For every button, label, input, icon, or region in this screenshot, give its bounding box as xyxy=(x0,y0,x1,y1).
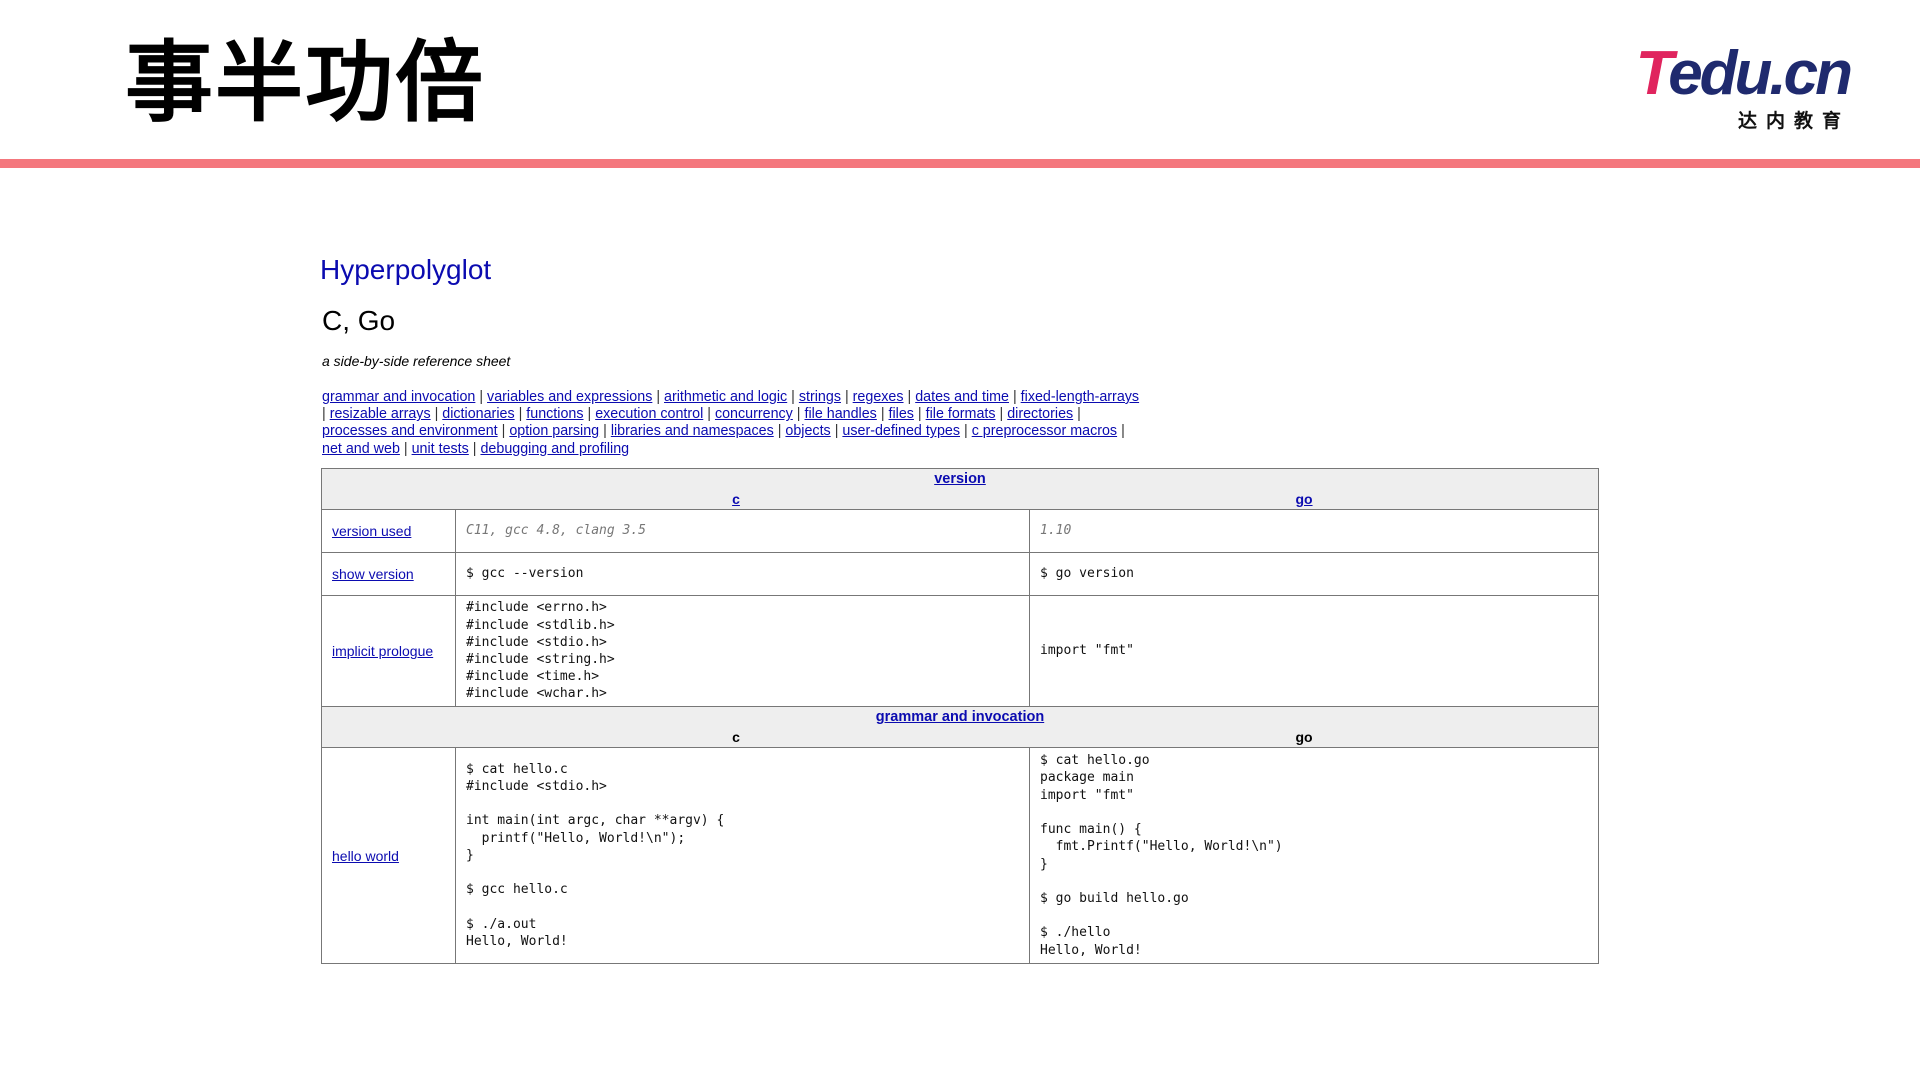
row-label-implicit-prologue[interactable]: implicit prologue xyxy=(321,595,456,707)
logo-t: T xyxy=(1635,39,1672,108)
toc-link[interactable]: file handles xyxy=(805,406,877,422)
logo-rest: edu.cn xyxy=(1668,39,1853,108)
row-label-version-used[interactable]: version used xyxy=(321,509,456,553)
slide-title: 事半功倍 xyxy=(125,31,486,134)
table-of-contents: grammar and invocation | variables and e… xyxy=(322,389,1140,457)
cell-go-show-version: $ go version xyxy=(1029,552,1599,596)
toc-link[interactable]: strings xyxy=(799,389,841,405)
lang-header-go[interactable]: go xyxy=(1020,489,1588,509)
lang-header-go: go xyxy=(1295,729,1313,745)
table-row: version used C11, gcc 4.8, clang 3.5 1.1… xyxy=(321,509,1599,553)
site-title-link[interactable]: Hyperpolyglot xyxy=(320,247,1600,293)
section-title-grammar[interactable]: grammar and invocation xyxy=(332,707,1588,727)
header-divider xyxy=(0,159,1920,168)
cell-c-implicit-prologue: #include <errno.h> #include <stdlib.h> #… xyxy=(455,595,1030,707)
section-header-grammar: grammar and invocation c go xyxy=(321,706,1599,748)
toc-link[interactable]: file formats xyxy=(926,406,996,422)
page-heading: C, Go xyxy=(322,305,396,336)
toc-link[interactable]: directories xyxy=(1007,406,1073,422)
toc-link[interactable]: unit tests xyxy=(412,441,469,457)
row-label-show-version[interactable]: show version xyxy=(321,552,456,596)
lang-header-c[interactable]: c xyxy=(332,489,1020,509)
toc-link[interactable]: grammar and invocation xyxy=(322,389,475,405)
toc-link[interactable]: c preprocessor macros xyxy=(972,423,1117,439)
toc-link[interactable]: arithmetic and logic xyxy=(664,389,787,405)
cell-c-show-version: $ gcc --version xyxy=(455,552,1030,596)
toc-link[interactable]: concurrency xyxy=(715,406,793,422)
table-row: implicit prologue #include <errno.h> #in… xyxy=(321,595,1599,707)
toc-link[interactable]: debugging and profiling xyxy=(480,441,629,457)
toc-link[interactable]: files xyxy=(889,406,914,422)
cell-go-version-used: 1.10 xyxy=(1029,509,1599,553)
toc-link[interactable]: functions xyxy=(526,406,583,422)
row-label-hello-world[interactable]: hello world xyxy=(321,747,456,964)
toc-link[interactable]: variables and expressions xyxy=(487,389,652,405)
table-row: hello world $ cat hello.c #include <stdi… xyxy=(321,747,1599,964)
lang-header-c: c xyxy=(732,729,740,745)
page-subtitle: a side-by-side reference sheet xyxy=(322,353,511,369)
section-title-version[interactable]: version xyxy=(332,469,1588,489)
toc-link[interactable]: resizable arrays xyxy=(330,406,431,422)
toc-link[interactable]: net and web xyxy=(322,441,400,457)
reference-sheet: Hyperpolyglot C, Go a side-by-side refer… xyxy=(320,247,1600,964)
toc-link[interactable]: execution control xyxy=(595,406,703,422)
toc-link[interactable]: user-defined types xyxy=(842,423,960,439)
toc-link[interactable]: objects xyxy=(785,423,830,439)
toc-link[interactable]: processes and environment xyxy=(322,423,498,439)
cell-c-hello-world: $ cat hello.c #include <stdio.h> int mai… xyxy=(455,747,1030,964)
logo-wordmark: Tedu.cn xyxy=(1620,43,1853,105)
comparison-table: version c go version used C11, gcc 4.8, … xyxy=(321,468,1599,964)
toc-link[interactable]: libraries and namespaces xyxy=(611,423,774,439)
table-row: show version $ gcc --version $ go versio… xyxy=(321,552,1599,596)
cell-go-hello-world: $ cat hello.go package main import "fmt"… xyxy=(1029,747,1599,964)
tedu-logo: Tedu.cn 达内教育 xyxy=(1620,43,1853,133)
toc-link[interactable]: regexes xyxy=(853,389,904,405)
cell-go-implicit-prologue: import "fmt" xyxy=(1029,595,1599,707)
toc-link[interactable]: option parsing xyxy=(509,423,599,439)
toc-link[interactable]: fixed-length-arrays xyxy=(1021,389,1139,405)
toc-link[interactable]: dictionaries xyxy=(442,406,514,422)
logo-subtitle: 达内教育 xyxy=(1737,110,1850,132)
section-header-version: version c go xyxy=(321,468,1599,510)
cell-c-version-used: C11, gcc 4.8, clang 3.5 xyxy=(455,509,1030,553)
toc-link[interactable]: dates and time xyxy=(915,389,1009,405)
